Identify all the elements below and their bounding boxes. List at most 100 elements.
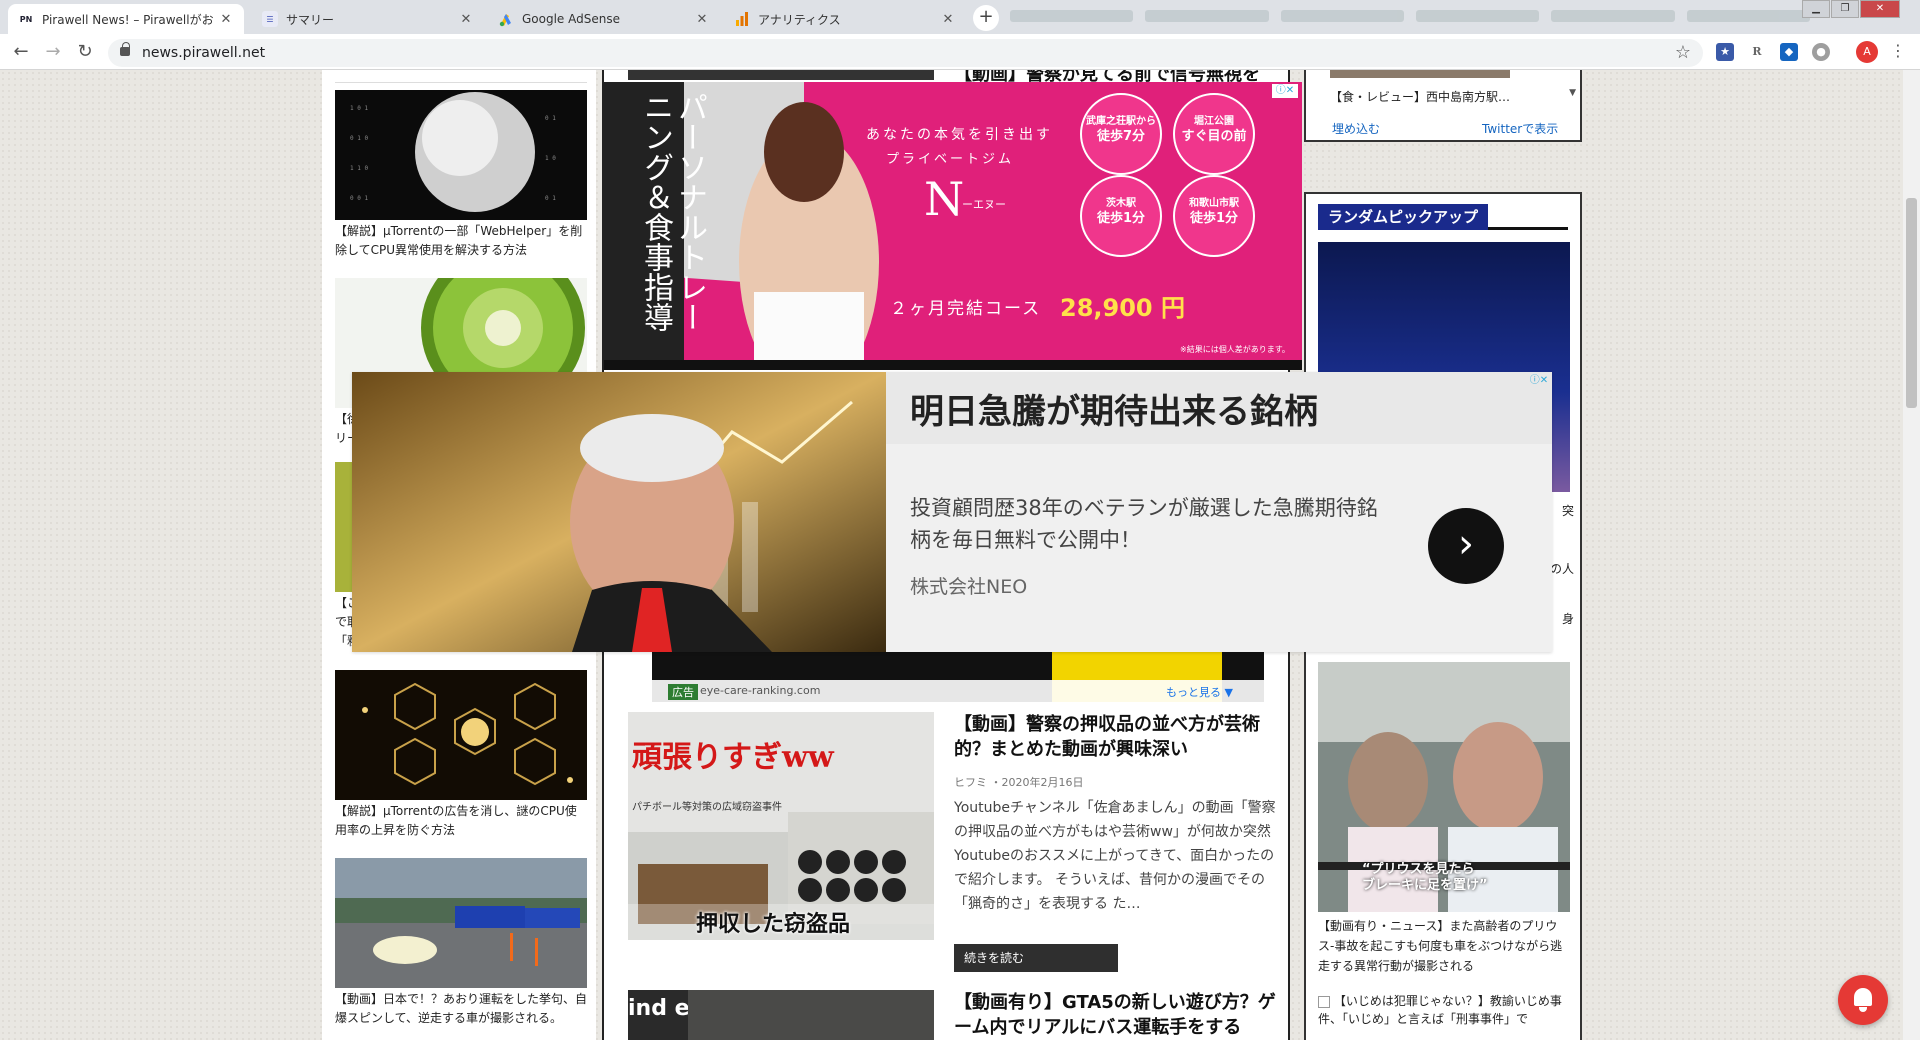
post-excerpt: Youtubeチャンネル「佐倉あましん」の動画「警察の押収品の並べ方がもはや芸術… [954, 800, 1276, 912]
blurred-tabs [1010, 10, 1810, 26]
adchoices-icon[interactable]: ⓘ✕ [1526, 374, 1552, 388]
forward-arrow-icon[interactable]: → [42, 42, 64, 64]
minimize-icon[interactable]: ▁ [1802, 0, 1830, 18]
tab-title: Google AdSense [522, 12, 620, 26]
bookmark-extension-icon[interactable]: ★ [1716, 43, 1734, 61]
summary-favicon-icon: ☰ [262, 11, 278, 27]
ad-more-link[interactable]: もっと見る ▼ [1166, 684, 1233, 700]
read-more-button[interactable]: 続きを読む [954, 944, 1118, 972]
gold-hexagon-image [335, 670, 587, 800]
ad-tagline-2: プライベートジム [886, 152, 1015, 167]
ad-circle-3: 茨木駅 徒歩1分 [1096, 198, 1146, 226]
left-post-title: 【解説】μTorrentの広告を消し、謎のCPU使用率の上昇を防ぐ方法 [335, 804, 577, 837]
browser-tab-bar: PN Pirawell News! – Pirawellがお ✕ ☰ サマリー … [0, 0, 1920, 34]
window-controls: ▁ ❐ ✕ [1801, 0, 1900, 18]
ad-circle-2: 堀江公園 すぐ目の前 [1181, 116, 1247, 144]
reload-icon[interactable]: ↻ [74, 42, 96, 64]
post-title[interactable]: 【動画有り】GTA5の新しい遊び方？ゲーム内でリアルにバス運転手をする [954, 990, 1278, 1040]
scrollbar-thumb[interactable] [1906, 198, 1917, 408]
tab-close-icon[interactable]: ✕ [458, 12, 474, 27]
svg-text:0 1: 0 1 [545, 115, 556, 122]
ad-tagline: あなたの本気を引き出す [866, 127, 1053, 143]
ad-disclaimer: ※結果には個人差があります。 [1180, 345, 1290, 354]
embed-link[interactable]: 埋め込む [1332, 120, 1380, 137]
ad-label: 広告 [668, 684, 698, 700]
tab-analytics[interactable]: アナリティクス ✕ [724, 4, 966, 34]
post-thumbnail[interactable]: ind ert [628, 990, 934, 1040]
binary-globe-image: 1 0 1 0 1 0 1 1 0 0 0 1 0 1 1 0 0 1 [335, 90, 587, 220]
twitter-view-link[interactable]: Twitterで表示 [1482, 120, 1558, 137]
image-caption: “プリウスを見たら ブレーキに足を置け” [1362, 862, 1488, 893]
svg-text:0 1 0: 0 1 0 [350, 135, 368, 142]
ad-vertical-text: パーソナルトレーニング＆食事指導 [638, 92, 707, 332]
ad-arrow-button[interactable]: › [1428, 508, 1504, 584]
tab-pirawell-news[interactable]: PN Pirawell News! – Pirawellがお ✕ [8, 4, 244, 34]
random-pickup-heading: ランダムピックアップ [1318, 204, 1568, 230]
ad-headline[interactable]: 明日急騰が期待出来る銘柄 [910, 384, 1318, 433]
random-partial-3: 身 [1561, 612, 1574, 626]
left-post-title: 【動画】日本で！？あおり運転をした挙句、自爆スピンして、逆走する車が撮影される。 [335, 992, 588, 1025]
ad-circle-1: 武庫之荘駅から 徒歩7分 [1086, 116, 1156, 144]
page-viewport: 1 0 1 0 1 0 1 1 0 0 0 1 0 1 1 0 0 1 【解説】μTorre… [0, 70, 1903, 1040]
post-title[interactable]: 【動画】警察の押収品の並べ方が芸術的？まとめた動画が興味深い [954, 712, 1278, 762]
left-post-card[interactable]: 1 0 1 0 1 0 1 1 0 0 0 1 0 1 1 0 0 1 【解説】μTorre… [335, 90, 587, 260]
new-tab-button[interactable]: + [973, 5, 999, 31]
tab-google-adsense[interactable]: Google AdSense ✕ [488, 4, 720, 34]
post-thumbnail[interactable]: 頑張りすぎww パチボール等対策の広域窃盗事件 押収した窃盗品 [628, 712, 934, 940]
tab-title: アナリティクス [758, 12, 841, 27]
left-post-card[interactable]: 【解説】μTorrentの広告を消し、謎のCPU使用率の上昇を防ぐ方法 [335, 670, 587, 840]
post-meta: ヒフミ ・2020年2月16日 [954, 776, 1084, 789]
broken-image-icon [1318, 995, 1330, 1008]
ad-photo [352, 372, 886, 652]
tab-close-icon[interactable]: ✕ [218, 12, 234, 27]
tab-title: Pirawell News! – Pirawellがお [42, 12, 214, 27]
url-text: news.pirawell.net [142, 45, 266, 61]
site-favicon-icon: PN [18, 11, 34, 27]
tab-close-icon[interactable]: ✕ [694, 12, 710, 27]
svg-text:0 0 1: 0 0 1 [350, 195, 368, 202]
car-interview-image: “プリウスを見たら ブレーキに足を置け” [1318, 662, 1570, 912]
thumb-text-bottom: 押収した窃盗品 [696, 912, 851, 937]
ad-course: ２ヶ月完結コース [890, 299, 1042, 319]
vertical-scrollbar[interactable] [1903, 70, 1920, 1040]
gym-ad[interactable]: パーソナルトレーニング＆食事指導 あなたの本気を引き出す プライベートジム N … [604, 82, 1302, 370]
address-bar[interactable]: news.pirawell.net ☆ [108, 39, 1703, 67]
svg-text:1 0: 1 0 [545, 155, 556, 162]
r-extension-icon[interactable]: R [1748, 43, 1766, 61]
post-card: ind ert 【動画有り】GTA5の新しい遊び方？ゲーム内でリアルにバス運転手… [628, 990, 1276, 1040]
ad-brand: N [924, 172, 965, 226]
post-date: 2020年2月16日 [1001, 776, 1084, 789]
window-close-icon[interactable]: ✕ [1860, 0, 1900, 18]
notification-bell-icon[interactable] [1838, 975, 1888, 1025]
tab-summary[interactable]: ☰ サマリー ✕ [252, 4, 484, 34]
ad-domain: eye-care-ranking.com [700, 684, 821, 697]
stock-ad[interactable]: 明日急騰が期待出来る銘柄 投資顧問歴38年のベテランが厳選した急騰期待銘柄を毎日… [352, 372, 1552, 652]
gray-extension-icon[interactable]: ● [1812, 43, 1830, 61]
adchoices-icon[interactable]: ⓘ✕ [1272, 84, 1298, 98]
adsense-favicon-icon [498, 11, 514, 27]
ad-strip[interactable]: 広告 eye-care-ranking.com もっと見る ▼ [652, 650, 1264, 702]
prev-post-image-edge [628, 70, 934, 80]
profile-avatar[interactable]: A [1856, 41, 1878, 63]
scroll-down-icon[interactable]: ▼ [1569, 88, 1576, 98]
lock-icon [120, 42, 130, 56]
random-bottom-item[interactable]: 【いじめは犯罪じゃない？】教諭いじめ事件、「いじめ」と言えば「刑事事件」で [1318, 992, 1570, 1028]
random-card[interactable]: “プリウスを見たら ブレーキに足を置け” 【動画有り・ニュース】また高齢者のプリ… [1318, 662, 1570, 976]
post-card: 頑張りすぎww パチボール等対策の広域窃盗事件 押収した窃盗品 【動画】警察の押… [628, 712, 1276, 972]
thumb-caption: パチボール等対策の広域窃盗事件 [632, 802, 782, 813]
maximize-icon[interactable]: ❐ [1831, 0, 1859, 18]
back-arrow-icon[interactable]: ← [10, 42, 32, 64]
blue-extension-icon[interactable]: ◆ [1780, 43, 1798, 61]
post-author: ヒフミ [954, 776, 987, 789]
random-partial-1: 突 [1561, 504, 1574, 518]
kebab-menu-icon[interactable]: ⋮ [1890, 41, 1906, 60]
svg-text:1 0 1: 1 0 1 [350, 105, 368, 112]
embed-item[interactable]: 【食・レビュー】西中島南方駅… [1330, 88, 1510, 105]
ad-body: 投資顧問歴38年のベテランが厳選した急騰期待銘柄を毎日無料で公開中！ [910, 496, 1378, 552]
tab-close-icon[interactable]: ✕ [940, 12, 956, 27]
random-partial-2: の人 [1549, 562, 1574, 576]
ad-advertiser: 株式会社NEO [910, 576, 1028, 598]
bookmark-star-icon[interactable]: ☆ [1675, 42, 1691, 63]
left-post-title: 【解説】μTorrentの一部「WebHelper」を削除してCPU異常使用を解… [335, 224, 583, 257]
left-post-card[interactable]: 【動画】日本で！？あおり運転をした挙句、自爆スピンして、逆走する車が撮影される。 [335, 858, 587, 1028]
